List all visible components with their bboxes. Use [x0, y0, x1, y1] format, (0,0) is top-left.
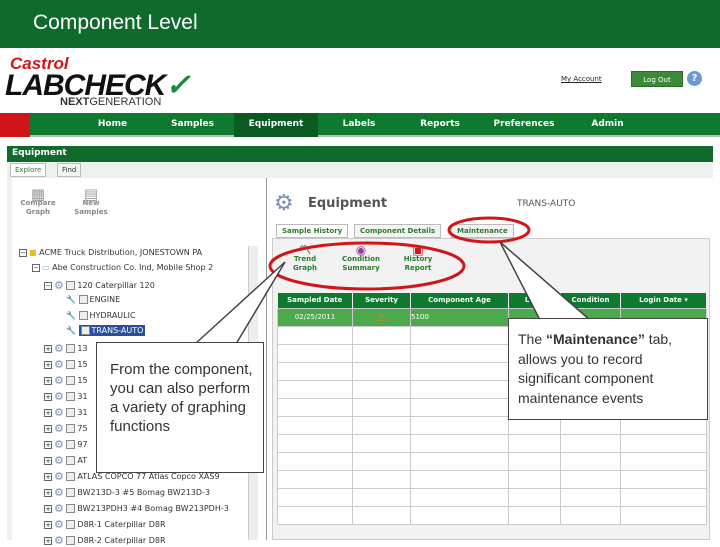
- callout-right: The “Maintenance” tab, allows you to rec…: [508, 318, 708, 420]
- callout-pointer-right: [499, 241, 593, 321]
- text-bold: “Maintenance”: [546, 331, 645, 347]
- highlight-tools: [268, 241, 466, 291]
- callout-pointer-left: [193, 261, 286, 345]
- callout-left: From the component, you can also perform…: [96, 342, 264, 473]
- text: The: [518, 331, 547, 347]
- highlight-maintenance: [447, 216, 531, 244]
